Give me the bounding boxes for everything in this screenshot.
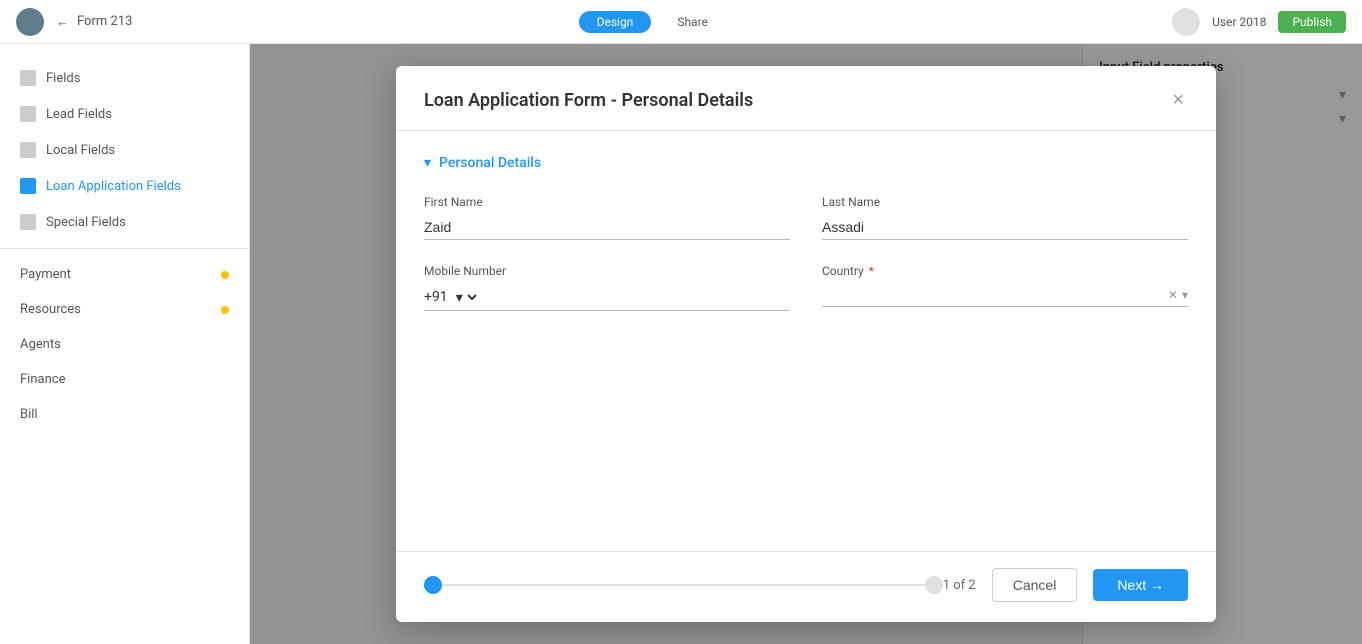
first-name-group: First Name xyxy=(424,195,790,240)
sidebar-item-local-fields[interactable]: Local Fields xyxy=(0,132,249,168)
country-label: Country * xyxy=(822,264,1188,278)
sidebar-item-lead-fields[interactable]: Lead Fields xyxy=(0,96,249,132)
modal-dialog: Loan Application Form - Personal Details… xyxy=(396,66,1216,622)
progress-dot-2 xyxy=(925,576,943,594)
tab-share[interactable]: Share xyxy=(659,11,726,33)
progress-track xyxy=(424,576,943,594)
sidebar-item-finance[interactable]: Finance xyxy=(0,362,249,397)
progress-dot-1 xyxy=(424,576,442,594)
form-row-contact: Mobile Number +91 ▾ Country xyxy=(424,264,1188,311)
topbar: ← Form 213 Design Share User 2018 Publis… xyxy=(0,0,1362,44)
first-name-label: First Name xyxy=(424,195,790,209)
payment-badge xyxy=(221,271,229,279)
mobile-label: Mobile Number xyxy=(424,264,790,278)
country-required-star: * xyxy=(869,264,874,278)
sidebar-item-loan-application-fields[interactable]: Loan Application Fields xyxy=(0,168,249,204)
breadcrumb: ← Form 213 xyxy=(56,14,132,30)
tab-design[interactable]: Design xyxy=(579,11,652,33)
special-fields-icon xyxy=(20,214,36,230)
next-button[interactable]: Next → xyxy=(1093,569,1188,601)
phone-input-wrapper: +91 ▾ xyxy=(424,284,790,311)
sidebar-item-agents[interactable]: Agents xyxy=(0,327,249,362)
country-select-icons: ✕ ▾ xyxy=(1168,288,1188,302)
modal-body: ▾ Personal Details First Name Last Name xyxy=(396,131,1216,551)
modal-title: Loan Application Form - Personal Details xyxy=(424,90,753,111)
cancel-button[interactable]: Cancel xyxy=(992,568,1078,602)
phone-code: +91 xyxy=(424,289,448,305)
phone-number-input[interactable] xyxy=(480,285,790,309)
last-name-group: Last Name xyxy=(822,195,1188,240)
modal-footer: 1 of 2 Cancel Next → xyxy=(396,551,1216,622)
last-name-label: Last Name xyxy=(822,195,1188,209)
sidebar-item-fields[interactable]: Fields xyxy=(0,60,249,96)
app-logo xyxy=(16,8,44,36)
modal-header: Loan Application Form - Personal Details… xyxy=(396,66,1216,131)
sidebar-item-bill[interactable]: Bill xyxy=(0,397,249,432)
local-fields-icon xyxy=(20,142,36,158)
main-content: Input Field properties Field Properties … xyxy=(250,44,1362,644)
fields-icon xyxy=(20,70,36,86)
sidebar-item-payment[interactable]: Payment xyxy=(0,257,249,292)
phone-country-dropdown[interactable]: ▾ xyxy=(452,284,480,310)
mobile-number-group: Mobile Number +91 ▾ xyxy=(424,264,790,311)
country-dropdown-icon[interactable]: ▾ xyxy=(1182,288,1188,302)
section-chevron-icon[interactable]: ▾ xyxy=(424,155,431,171)
form-row-names: First Name Last Name xyxy=(424,195,1188,240)
close-button[interactable]: × xyxy=(1168,86,1188,114)
section-title: Personal Details xyxy=(439,155,541,171)
footer-right: 1 of 2 Cancel Next → xyxy=(943,568,1188,602)
lead-fields-icon xyxy=(20,106,36,122)
user-avatar xyxy=(1172,8,1200,36)
modal-overlay: Loan Application Form - Personal Details… xyxy=(250,44,1362,644)
publish-button[interactable]: Publish xyxy=(1278,11,1346,33)
last-name-input[interactable] xyxy=(822,215,1188,240)
country-clear-icon[interactable]: ✕ xyxy=(1168,288,1178,302)
country-select[interactable]: ✕ ▾ xyxy=(822,284,1188,307)
sidebar-item-special-fields[interactable]: Special Fields xyxy=(0,204,249,240)
section-header: ▾ Personal Details xyxy=(424,155,1188,171)
sidebar-item-resources[interactable]: Resources xyxy=(0,292,249,327)
progress-line xyxy=(424,584,943,586)
country-group: Country * ✕ ▾ xyxy=(822,264,1188,311)
sidebar: Fields Lead Fields Local Fields Loan App… xyxy=(0,44,250,644)
resources-badge xyxy=(221,306,229,314)
user-name: User 2018 xyxy=(1212,15,1266,29)
page-indicator: 1 of 2 xyxy=(943,578,976,593)
first-name-input[interactable] xyxy=(424,215,790,240)
loan-fields-icon xyxy=(20,178,36,194)
